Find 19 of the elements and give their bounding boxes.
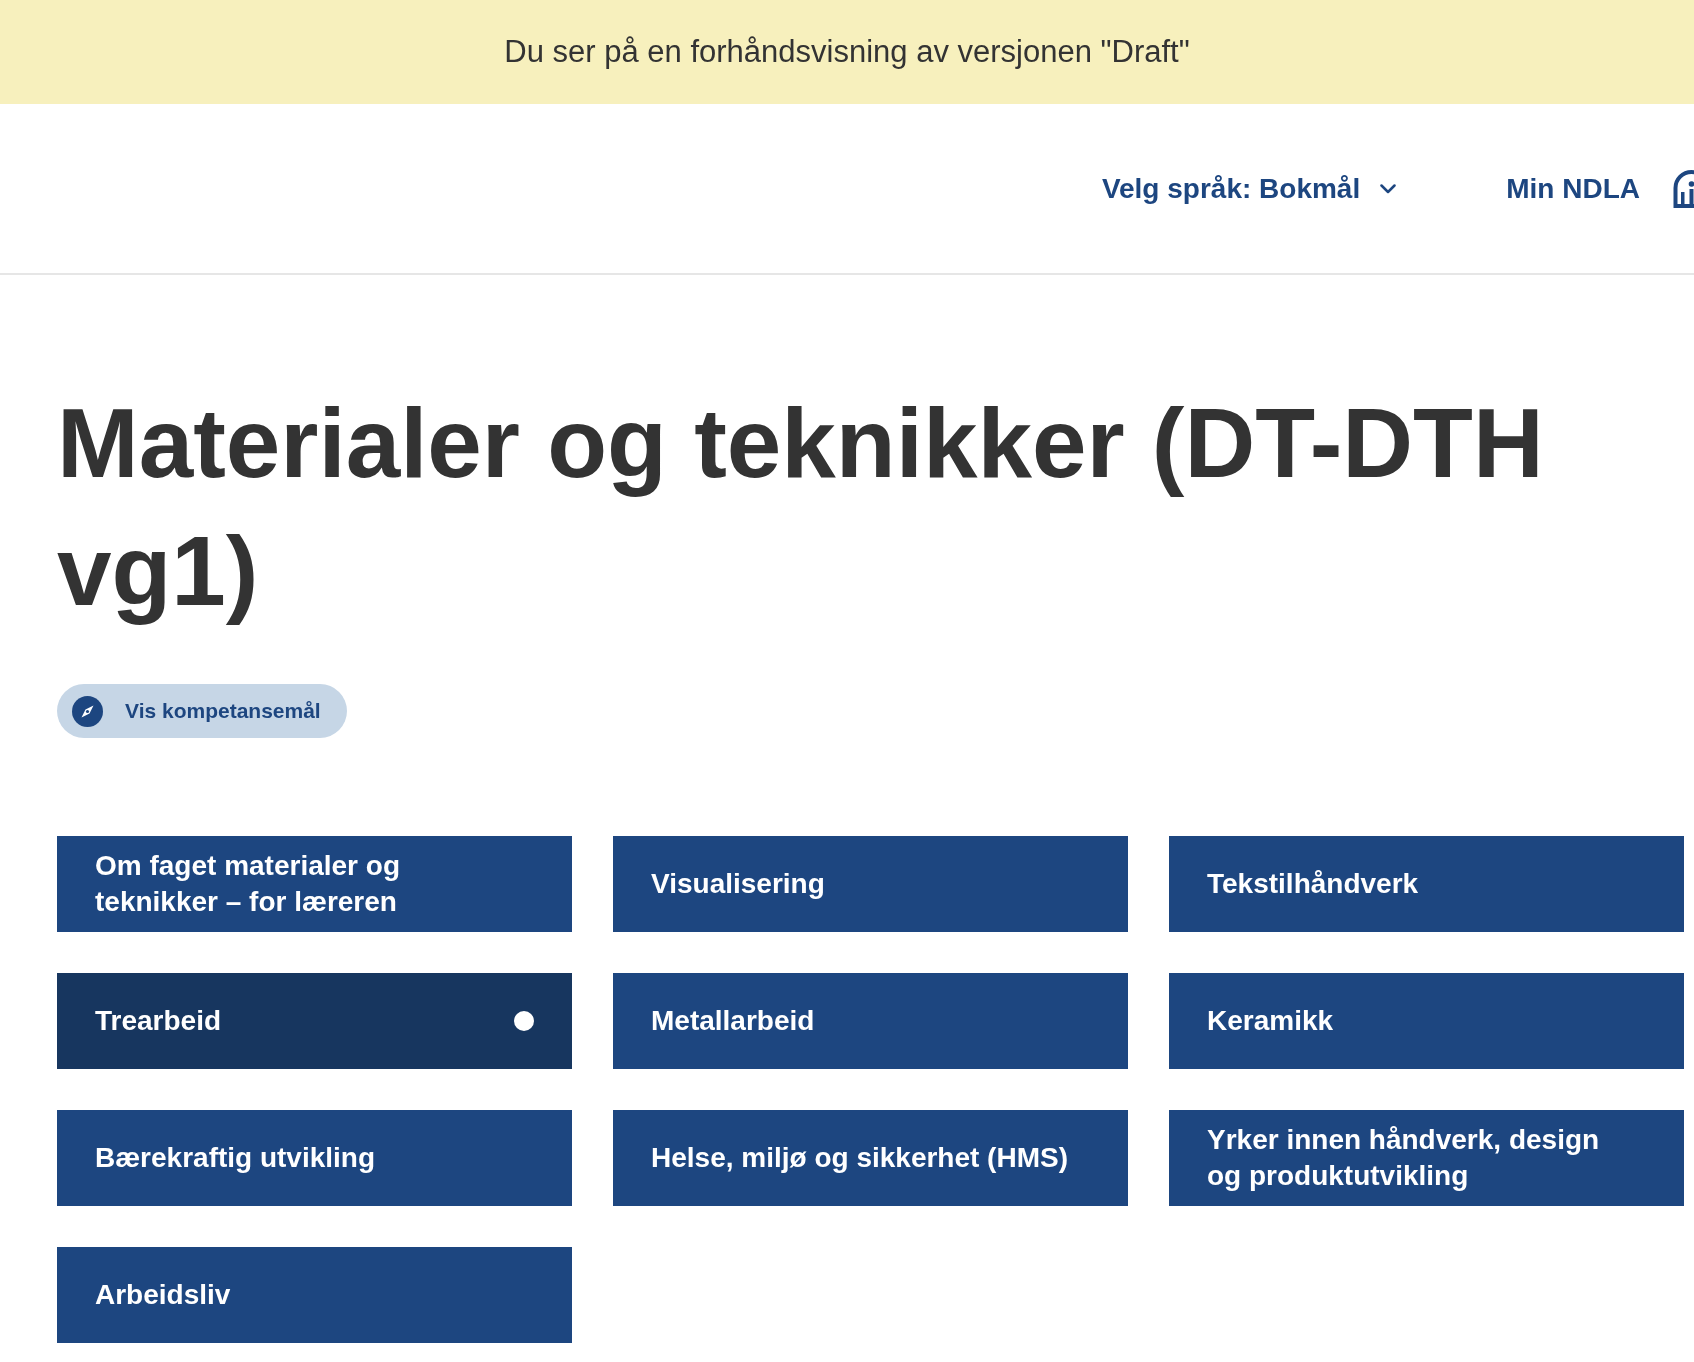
topic-link[interactable]: Helse, miljø og sikkerhet (HMS) xyxy=(613,1110,1128,1206)
topic-link[interactable]: Visualisering xyxy=(613,836,1128,932)
topic-link[interactable]: Keramikk xyxy=(1169,973,1684,1069)
topic-link[interactable]: Bærekraftig utvikling xyxy=(57,1110,572,1206)
topic-link[interactable]: Metallarbeid xyxy=(613,973,1128,1069)
chevron-down-icon xyxy=(1380,183,1397,194)
topic-link[interactable]: Arbeidsliv xyxy=(57,1247,572,1343)
page-title: Materialer og teknikker (DT-DTH vg1) xyxy=(57,387,1545,628)
arch-icon xyxy=(1673,169,1694,208)
my-ndla-link[interactable]: Min NDLA xyxy=(1506,167,1694,210)
dot-icon xyxy=(514,1011,534,1031)
language-selector[interactable]: Velg språk: Bokmål xyxy=(1101,167,1397,210)
topic-link[interactable]: Om faget materialer og teknikker – for læreren xyxy=(57,836,572,932)
competence-goals-button[interactable]: Vis kompetansemål xyxy=(57,684,347,738)
compass-icon xyxy=(72,695,103,727)
topic-link[interactable]: Tekstilhåndverk xyxy=(1169,836,1684,932)
topic-link[interactable]: Trearbeid xyxy=(57,973,572,1069)
topic-link[interactable]: Yrker innen håndverk, design og produktutvikling xyxy=(1169,1110,1684,1206)
preview-banner: Du ser på en forhåndsvisning av versjonen "Draft" xyxy=(0,0,1694,104)
